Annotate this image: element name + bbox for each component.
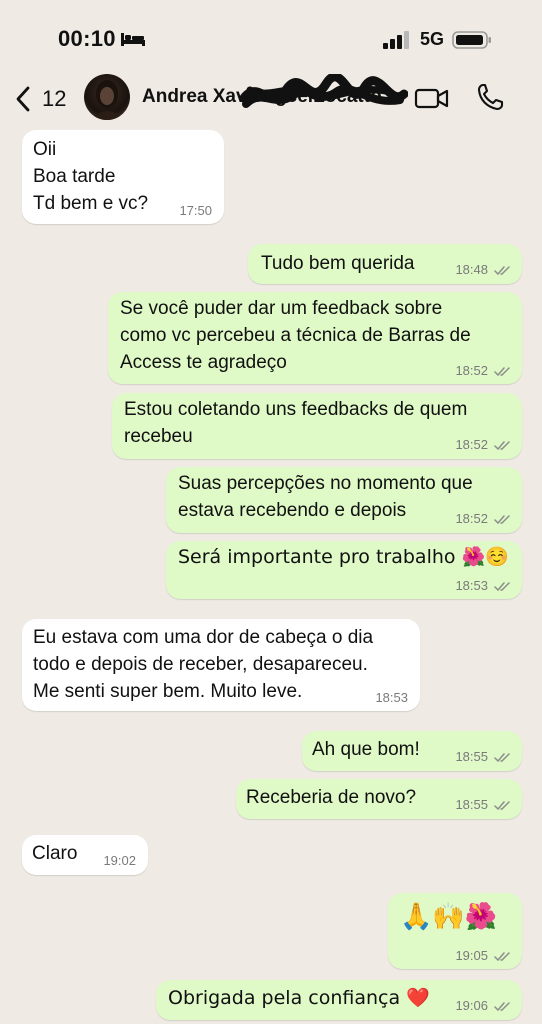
- message-time: 18:48: [455, 262, 488, 277]
- message-text: Será importante pro trabalho 🌺☺️: [178, 546, 509, 568]
- status-time: 00:10: [58, 26, 116, 51]
- message-bubble-outgoing[interactable]: Será importante pro trabalho 🌺☺️ 18:53: [166, 541, 522, 599]
- network-type: 5G: [420, 29, 445, 49]
- message-text: Claro: [32, 843, 78, 864]
- message-bubble-incoming[interactable]: Oii Boa tarde Td bem e vc? 17:50: [22, 130, 224, 224]
- message-meta: 18:52: [455, 511, 512, 526]
- message-meta: 18:55: [455, 797, 512, 812]
- double-check-icon: [494, 582, 510, 592]
- message-text: Estou coletando uns feedbacks de quem re…: [124, 399, 468, 447]
- double-check-icon: [494, 1002, 510, 1012]
- message-bubble-incoming[interactable]: Claro 19:02: [22, 835, 148, 875]
- message-time: 18:53: [455, 578, 488, 593]
- message-time: 19:06: [455, 998, 488, 1013]
- message-text: Ah que bom!: [312, 739, 420, 760]
- message-time: 18:52: [455, 363, 488, 378]
- message-meta: 18:55: [455, 749, 512, 764]
- back-button[interactable]: 12: [14, 84, 74, 114]
- redaction-scribble: [240, 74, 408, 108]
- message-text: 🙏🙌🌺: [400, 902, 498, 932]
- chat-header: 12 Andrea Xavier gcelLocatto: [0, 72, 542, 124]
- message-bubble-outgoing[interactable]: Se você puder dar um feedback sobre como…: [108, 292, 522, 384]
- message-meta: 18:53: [455, 578, 512, 593]
- message-time: 19:02: [103, 853, 136, 868]
- message-bubble-outgoing[interactable]: Estou coletando uns feedbacks de quem re…: [112, 393, 522, 459]
- message-meta: 19:06: [455, 998, 512, 1013]
- message-meta: 18:52: [455, 363, 512, 378]
- message-meta: 19:05: [455, 948, 512, 963]
- phone-icon[interactable]: [476, 82, 504, 112]
- message-time: 18:52: [455, 437, 488, 452]
- double-check-icon: [494, 515, 510, 525]
- chevron-left-icon: [16, 86, 30, 112]
- double-check-icon: [494, 952, 510, 962]
- bed-icon: [121, 33, 145, 46]
- message-bubble-outgoing[interactable]: Obrigada pela confiança ❤️ 19:06: [156, 980, 522, 1020]
- message-time: 19:05: [455, 948, 488, 963]
- message-text: Suas percepções no momento que estava re…: [178, 473, 473, 521]
- message-text: Oii Boa tarde Td bem e vc?: [33, 139, 149, 214]
- double-check-icon: [494, 266, 510, 276]
- message-time: 18:53: [375, 690, 408, 705]
- double-check-icon: [494, 753, 510, 763]
- message-text: Tudo bem querida: [261, 253, 415, 274]
- double-check-icon: [494, 441, 510, 451]
- status-bar: 00:10 5G: [0, 0, 542, 72]
- message-text: Eu estava com uma dor de cabeça o dia to…: [33, 627, 374, 702]
- message-time: 18:52: [455, 511, 488, 526]
- message-time: 17:50: [179, 203, 212, 218]
- message-text: Obrigada pela confiança ❤️: [168, 987, 430, 1009]
- message-bubble-outgoing[interactable]: Ah que bom! 18:55: [302, 731, 522, 771]
- avatar-image: [90, 80, 124, 120]
- message-text: Receberia de novo?: [246, 787, 417, 808]
- unread-count: 12: [42, 86, 67, 111]
- message-time: 18:55: [455, 749, 488, 764]
- message-bubble-outgoing[interactable]: Receberia de novo? 18:55: [236, 779, 522, 819]
- avatar[interactable]: [84, 74, 130, 120]
- message-time: 18:55: [455, 797, 488, 812]
- message-meta: 18:52: [455, 437, 512, 452]
- message-bubble-incoming[interactable]: Eu estava com uma dor de cabeça o dia to…: [22, 619, 420, 711]
- signal-icon: [383, 31, 409, 49]
- double-check-icon: [494, 367, 510, 377]
- message-bubble-outgoing[interactable]: Suas percepções no momento que estava re…: [166, 467, 522, 533]
- message-text: Se você puder dar um feedback sobre como…: [120, 298, 471, 373]
- message-meta: 18:48: [455, 262, 512, 277]
- double-check-icon: [494, 801, 510, 811]
- message-bubble-outgoing[interactable]: Tudo bem querida 18:48: [248, 244, 522, 284]
- battery-icon: [452, 31, 491, 49]
- message-bubble-outgoing[interactable]: 🙏🙌🌺 19:05: [388, 893, 522, 969]
- video-camera-icon[interactable]: [414, 84, 450, 112]
